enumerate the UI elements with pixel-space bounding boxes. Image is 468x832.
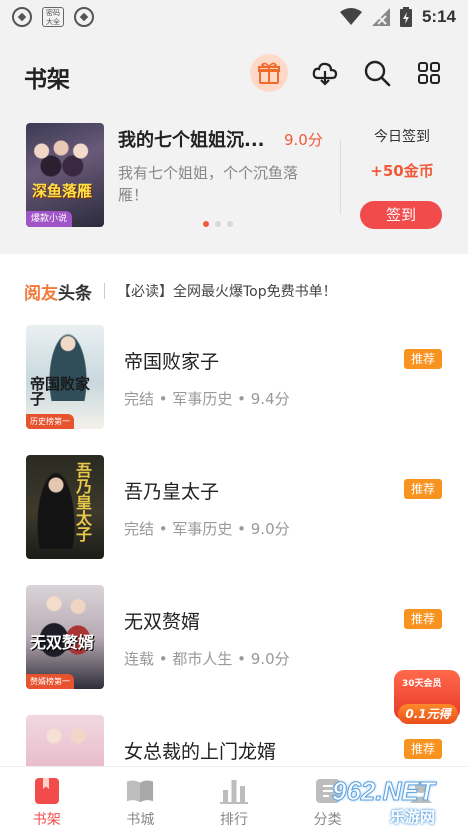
signin-reward: +50金币 xyxy=(370,162,434,180)
cover-title: 深鱼落雁 xyxy=(32,182,93,200)
book-title[interactable]: 女总裁的上门龙婿 xyxy=(124,737,276,764)
book-title[interactable]: 吾乃皇太子 xyxy=(124,477,219,504)
book-cover[interactable]: 无双赘婿 赘婿榜第一 xyxy=(26,585,104,689)
bookshelf-icon xyxy=(33,777,61,805)
nav-item-bookshelf[interactable]: 书架 xyxy=(0,767,94,832)
recommend-badge: 推荐 xyxy=(404,609,442,629)
nav-item-bookstore[interactable]: 书城 xyxy=(94,767,188,832)
clock: 5:14 xyxy=(421,7,456,26)
cover-title: 帝国败家子 xyxy=(30,375,91,408)
search-icon xyxy=(364,60,391,87)
divider xyxy=(340,140,341,214)
carousel-dot xyxy=(203,221,209,227)
book-list-item[interactable]: 吾乃皇太子 吾乃皇太子 完结 • 军事历史 • 9.0分 推荐 xyxy=(0,455,468,561)
recommend-badge: 推荐 xyxy=(404,349,442,369)
signin-label: 今日签到 xyxy=(374,129,430,145)
cover-label: 历史榜第一 xyxy=(26,414,74,429)
ticker-logo-rest: 头条 xyxy=(58,283,92,304)
carousel-dot xyxy=(215,221,221,227)
book-title[interactable]: 帝国败家子 xyxy=(124,347,219,374)
header: 书架 xyxy=(0,34,468,112)
wifi-icon xyxy=(339,8,362,25)
featured-section: 深鱼落雁 爆款小说 我的七个姐姐沉... 9.0分 我有七个姐姐，个个沉鱼落雁！… xyxy=(0,112,468,254)
cloud-sync-button[interactable] xyxy=(310,58,340,88)
book-open-icon xyxy=(126,777,154,805)
featured-book-description: 我有七个姐姐，个个沉鱼落雁！ xyxy=(118,164,299,204)
news-ticker[interactable]: 阅友头条 【必读】全网最火爆Top免费书单！ xyxy=(0,268,468,314)
signal-icon xyxy=(371,8,390,26)
cover-art xyxy=(36,469,76,549)
watermark-main: 962.NET xyxy=(332,776,436,807)
book-title[interactable]: 无双赘婿 xyxy=(124,607,200,634)
featured-book-score: 9.0分 xyxy=(284,131,323,149)
grid-icon xyxy=(418,62,440,84)
book-cover[interactable]: 吾乃皇太子 xyxy=(26,455,104,559)
watermark: 962.NET 乐游网 xyxy=(330,772,466,828)
app-notification-icon xyxy=(12,7,32,27)
grid-menu-button[interactable] xyxy=(414,58,444,88)
battery-icon xyxy=(399,7,412,27)
watermark-sub: 乐游网 xyxy=(390,808,436,826)
nav-label: 书城 xyxy=(126,812,155,828)
book-cover[interactable]: 帝国败家子 历史榜第一 xyxy=(26,325,104,429)
notification-badge-icon: 密码 大全 xyxy=(42,7,64,27)
featured-book-cover[interactable]: 深鱼落雁 爆款小说 xyxy=(26,123,104,227)
bar-chart-icon xyxy=(219,777,248,805)
cover-label: 赘婿榜第一 xyxy=(26,674,74,689)
recommend-badge: 推荐 xyxy=(404,739,442,759)
cover-tag: 爆款小说 xyxy=(26,211,73,227)
ticker-logo-highlight: 阅友 xyxy=(24,283,58,304)
cover-title: 无双赘婿 xyxy=(30,633,95,652)
featured-book-title[interactable]: 我的七个姐姐沉... xyxy=(118,126,278,152)
recommend-badge: 推荐 xyxy=(404,479,442,499)
nav-label: 排行 xyxy=(219,812,248,828)
carousel-indicator xyxy=(203,221,233,227)
app-notification-icon xyxy=(74,7,94,27)
signin-button[interactable]: 签到 xyxy=(360,201,442,229)
gift-button[interactable] xyxy=(250,54,288,92)
book-meta: 完结 • 军事历史 • 9.4分 xyxy=(124,390,290,408)
promo-title: 30天会员 xyxy=(402,679,442,689)
carousel-dot xyxy=(227,221,233,227)
cloud-sync-icon xyxy=(312,62,338,86)
cover-title: 吾乃皇太子 xyxy=(76,461,93,544)
nav-item-ranking[interactable]: 排行 xyxy=(187,767,281,832)
page-title: 书架 xyxy=(24,67,70,93)
book-meta: 完结 • 军事历史 • 9.0分 xyxy=(124,520,290,538)
status-bar: 密码 大全 5:14 xyxy=(0,0,468,34)
divider xyxy=(104,283,105,299)
promo-price: 0.1元得 xyxy=(398,704,458,724)
book-meta: 连载 • 都市人生 • 9.0分 xyxy=(124,650,290,668)
gift-icon xyxy=(258,62,280,84)
vip-promo-float[interactable]: 30天会员 0.1元得 xyxy=(390,664,464,734)
nav-label: 书架 xyxy=(32,812,61,828)
ticker-logo: 阅友头条 xyxy=(24,279,92,304)
search-button[interactable] xyxy=(362,58,392,88)
book-list-item[interactable]: 帝国败家子 历史榜第一 帝国败家子 完结 • 军事历史 • 9.4分 推荐 xyxy=(0,325,468,431)
ticker-text[interactable]: 【必读】全网最火爆Top免费书单！ xyxy=(117,281,337,301)
